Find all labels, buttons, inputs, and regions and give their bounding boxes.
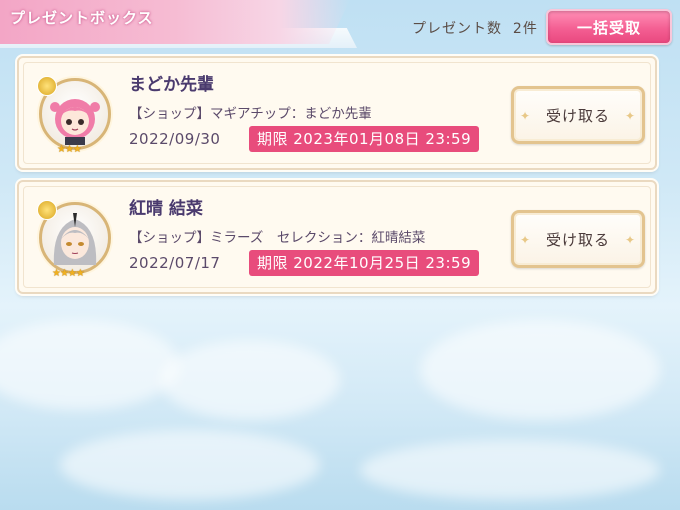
present-name: まどか先輩: [129, 75, 214, 95]
cloud-decoration: [60, 430, 320, 500]
cloud-decoration: [160, 340, 340, 420]
page-title: プレゼントボックス: [10, 9, 154, 27]
receive-label: 受け取る: [545, 106, 610, 125]
sparkle-icon: ✦: [520, 109, 532, 123]
receive-button[interactable]: ✦ 受け取る ✦: [511, 210, 645, 268]
rarity-stars-icon: ★★★★: [52, 268, 85, 279]
cloud-decoration: [420, 320, 660, 420]
sparkle-icon: ✦: [520, 233, 532, 247]
present-date: 2022/07/17: [129, 254, 221, 272]
present-description: 【ショップ】ミラーズ セレクション：紅晴結菜: [129, 230, 426, 246]
present-date: 2022/09/30: [129, 130, 221, 148]
receive-label: 受け取る: [545, 230, 610, 249]
present-name: 紅晴 結菜: [129, 199, 203, 219]
present-card: ★★★★ 紅晴 結菜 【ショップ】ミラーズ セレクション：紅晴結菜 2022/0…: [17, 180, 657, 294]
deadline-badge: 期限 2022年10月25日 23:59: [249, 250, 480, 276]
receive-button[interactable]: ✦ 受け取る ✦: [511, 86, 645, 144]
bulk-receive-button[interactable]: 一括受取: [546, 9, 672, 45]
present-count-value: 2件: [512, 21, 538, 37]
present-card: ★★★ まどか先輩 【ショップ】マギアチップ：まどか先輩 2022/09/30 …: [17, 56, 657, 170]
sparkle-icon: ✦: [624, 109, 636, 123]
rarity-stars-icon: ★★★: [57, 144, 82, 155]
cloud-decoration: [360, 440, 660, 500]
present-description: 【ショップ】マギアチップ：まどか先輩: [129, 106, 372, 122]
rank-medal-icon: [37, 76, 57, 96]
rank-medal-icon: [37, 200, 57, 220]
present-count-label: プレゼント数: [412, 21, 502, 37]
sparkle-icon: ✦: [624, 233, 636, 247]
present-count: プレゼント数 2件: [412, 18, 538, 38]
cloud-decoration: [0, 320, 180, 410]
deadline-badge: 期限 2023年01月08日 23:59: [249, 126, 480, 152]
